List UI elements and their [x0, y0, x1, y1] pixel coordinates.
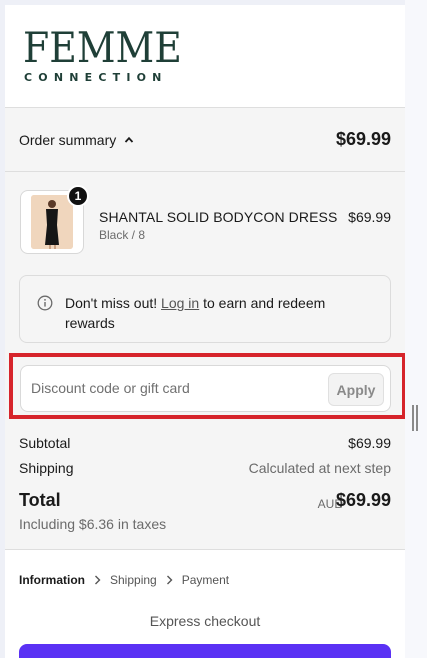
dress-figure-icon — [31, 195, 73, 249]
product-price: $69.99 — [348, 209, 391, 225]
brand-logo[interactable]: FEMME CONNECTION — [23, 25, 183, 93]
tax-note: Including $6.36 in taxes — [19, 516, 167, 532]
resize-handle[interactable] — [412, 405, 418, 431]
breadcrumb-information[interactable]: Information — [19, 573, 85, 587]
login-link[interactable]: Log in — [161, 295, 199, 311]
summary-total: $69.99 — [335, 129, 391, 149]
order-summary-toggle[interactable]: Order summary — [19, 132, 134, 148]
info-icon — [37, 295, 53, 311]
shipping-value: Calculated at next step — [248, 460, 391, 476]
chevron-up-icon — [125, 136, 134, 143]
order-summary-bar: Order summary $69.99 — [5, 107, 405, 172]
product-variant: Black / 8 — [99, 228, 146, 242]
order-summary-panel: 1 SHANTAL SOLID BODYCON DRESS Black / 8 … — [5, 172, 405, 550]
total-value: $69.99 — [335, 490, 391, 510]
shipping-label: Shipping — [19, 460, 74, 476]
product-name: SHANTAL SOLID BODYCON DRESS — [99, 209, 338, 225]
product-thumbnail: 1 — [20, 185, 89, 254]
shipping-row: Shipping Calculated at next step — [19, 460, 391, 476]
express-checkout-button[interactable] — [19, 644, 391, 658]
discount-field: Apply — [20, 365, 391, 412]
quantity-badge: 1 — [67, 185, 89, 207]
checkout-breadcrumb: Information Shipping Payment — [19, 573, 229, 587]
rewards-notice: Don't miss out! Log in to earn and redee… — [19, 275, 391, 343]
order-summary-label: Order summary — [19, 132, 117, 148]
breadcrumb-shipping: Shipping — [110, 573, 157, 587]
page-gutter — [405, 0, 427, 658]
checkout-panel: FEMME CONNECTION Order summary $69.99 1 … — [5, 5, 405, 658]
total-label: Total — [19, 490, 61, 510]
logo-wordmark: FEMME — [23, 23, 182, 72]
breadcrumb-payment: Payment — [181, 573, 230, 587]
chevron-right-icon — [166, 575, 173, 585]
logo-subtitle: CONNECTION — [24, 71, 168, 84]
express-checkout-label: Express checkout — [149, 613, 261, 629]
rewards-notice-text: Don't miss out! Log in to earn and redee… — [65, 295, 326, 331]
discount-code-input[interactable] — [31, 380, 321, 396]
subtotal-value: $69.99 — [348, 435, 391, 451]
subtotal-row: Subtotal $69.99 — [19, 435, 391, 451]
chevron-right-icon — [95, 575, 101, 585]
apply-discount-button[interactable]: Apply — [328, 373, 384, 406]
product-image — [31, 195, 73, 249]
subtotal-label: Subtotal — [19, 435, 71, 451]
